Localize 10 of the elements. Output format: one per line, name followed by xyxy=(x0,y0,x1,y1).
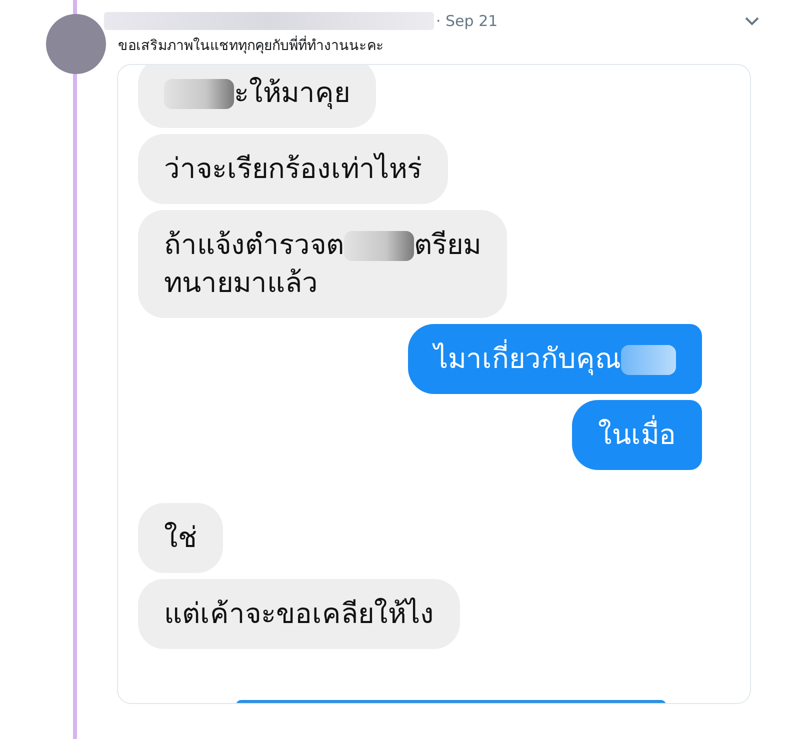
message-text: ถ้าแจ้งตำรวจต ตรียม xyxy=(164,228,481,261)
tweet-text: ขอเสริมภาพในแชททุกคุยกับพี่ที่ทำงานนะคะ xyxy=(118,34,760,56)
message-text: ะให้มาคุย xyxy=(164,76,350,109)
message-text: แต่เค้าจะขอเคลียให้ไง xyxy=(164,597,434,630)
message-text: ว่าจะเรียกร้องเท่าไหร่ xyxy=(164,152,422,185)
message-text: ใช่ xyxy=(164,521,197,554)
chevron-down-icon[interactable] xyxy=(744,16,760,26)
chat-screenshot[interactable]: ะให้มาคุย ว่าจะเรียกร้องเท่าไหร่ ถ้าแจ้งตำรวจต ตรียม ทนายมาแล้ว ไมาเกี่ยวกับคุณ ในเมื่อ ใช่ แต่เค้าจะขอเคลียให้ไง xyxy=(117,64,751,704)
message-text: ทนายมาแล้ว xyxy=(164,266,318,299)
tweet-date[interactable]: · Sep 21 xyxy=(436,12,498,30)
